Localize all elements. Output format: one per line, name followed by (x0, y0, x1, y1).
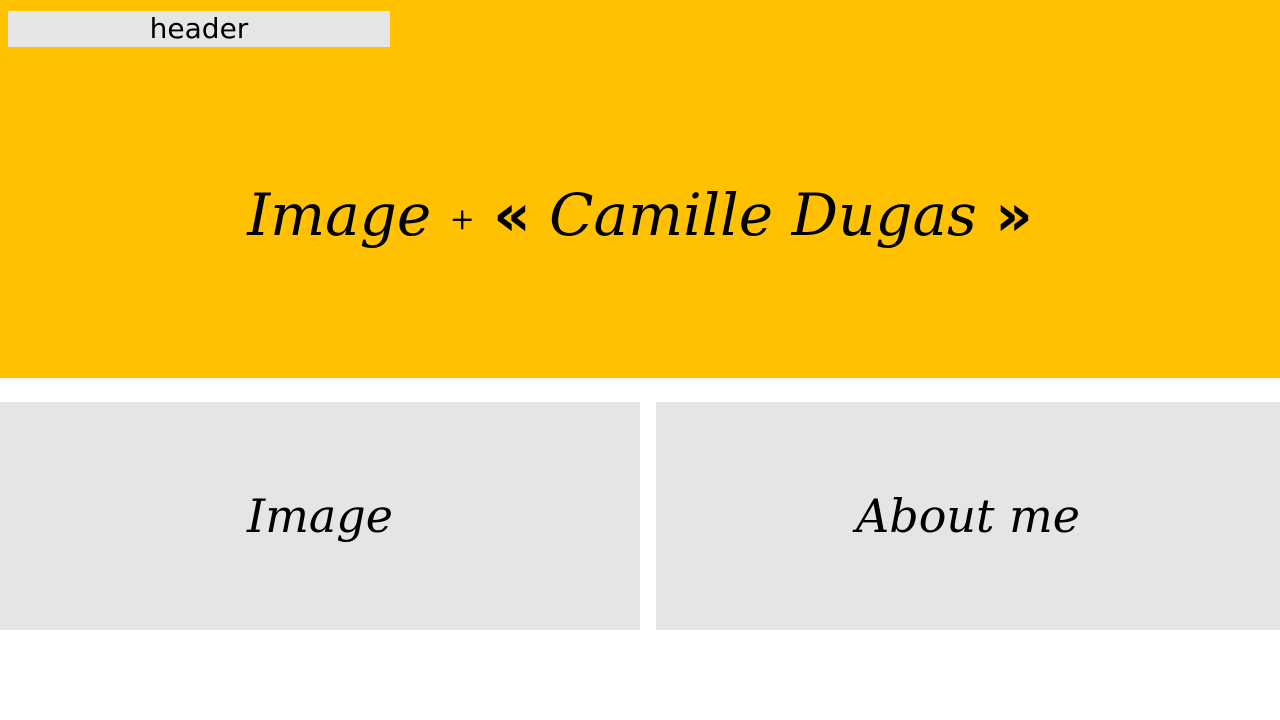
hero-name: Camille Dugas (549, 181, 977, 249)
header-placeholder: header (8, 11, 390, 47)
about-me-card-label: About me (856, 489, 1080, 543)
about-me-card[interactable]: About me (656, 402, 1280, 630)
hero-plus: + (449, 201, 475, 237)
hero-banner: header Image + « Camille Dugas » (0, 0, 1280, 378)
hero-title: Image + « Camille Dugas » (0, 170, 1280, 265)
image-card-label: Image (247, 489, 393, 543)
hero-prefix: Image (247, 181, 432, 249)
hero-close-quote: » (995, 181, 1033, 249)
header-label: header (149, 12, 249, 45)
image-card[interactable]: Image (0, 402, 640, 630)
hero-open-quote: « (493, 181, 531, 249)
